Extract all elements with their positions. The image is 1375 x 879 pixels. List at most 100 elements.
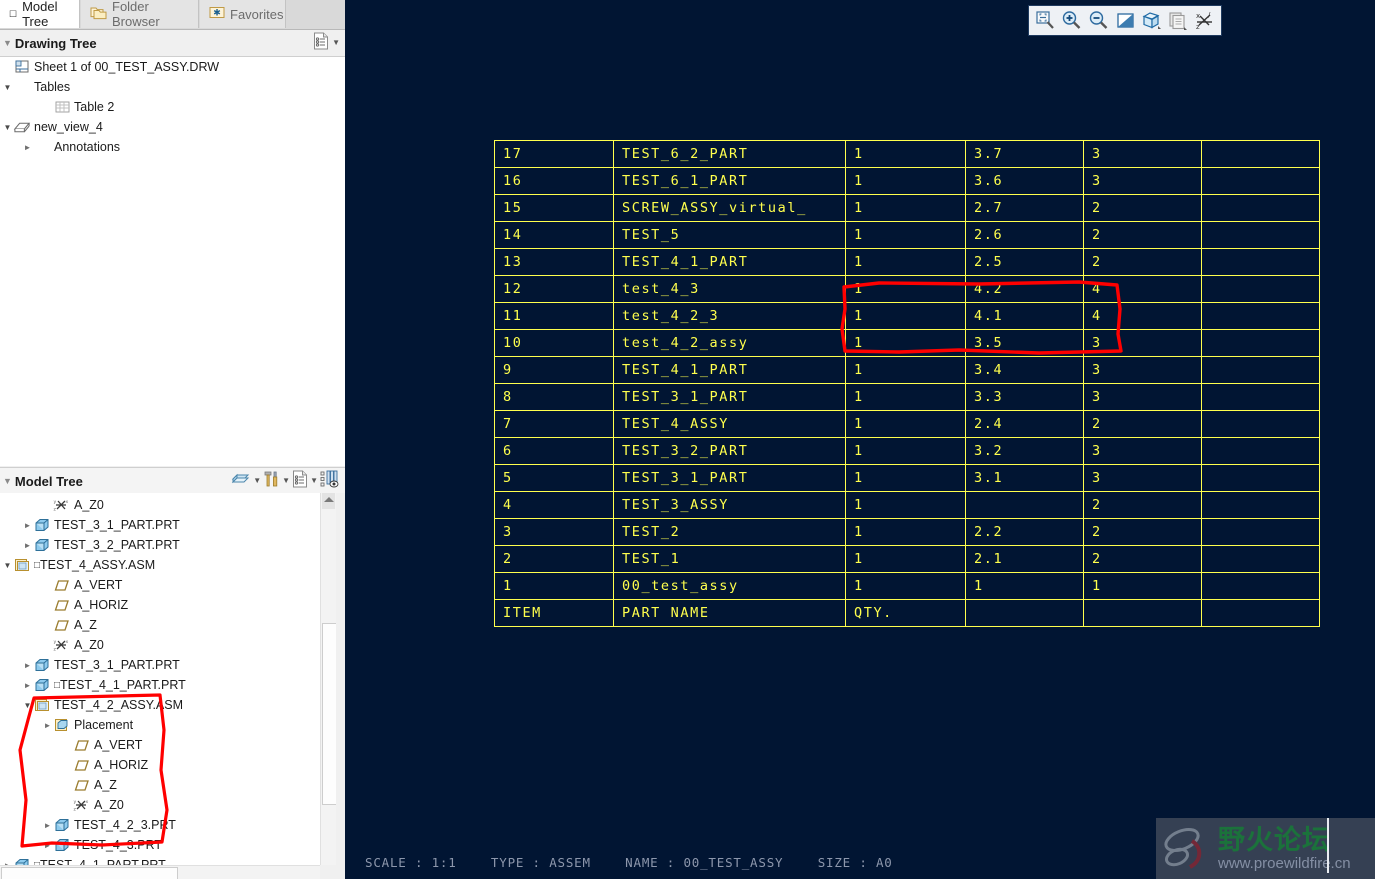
bom-cell-col4[interactable]: 2.2	[965, 518, 1084, 546]
bom-cell-part-name[interactable]: TEST_6_2_PART	[613, 140, 846, 168]
bom-cell-part-name[interactable]: SCREW_ASSY_virtual_	[613, 194, 846, 222]
bom-cell-col4[interactable]: 2.5	[965, 248, 1084, 276]
bom-cell-part-name[interactable]: test_4_2_assy	[613, 329, 846, 357]
zoom-in-icon[interactable]	[1060, 8, 1085, 33]
bom-row[interactable]: 11 test_4_2_3 1 4.1 4	[494, 302, 1320, 330]
tree-row[interactable]: Table 2	[0, 97, 345, 117]
twisty-collapsed-icon[interactable]: ►	[42, 821, 53, 830]
bom-cell-part-name[interactable]: TEST_1	[613, 545, 846, 573]
bom-cell-part-name[interactable]: TEST_3_1_PART	[613, 383, 846, 411]
bom-cell-col5[interactable]: 2	[1083, 518, 1202, 546]
twisty-expanded-icon[interactable]: ▼	[2, 123, 13, 132]
tree-row[interactable]: ► TEST_4_3.PRT	[0, 835, 320, 855]
bom-cell-col5[interactable]: 3	[1083, 437, 1202, 465]
bom-row[interactable]: 12 test_4_3 1 4.2 4	[494, 275, 1320, 303]
bom-cell-item[interactable]: 14	[494, 221, 614, 249]
tree-row[interactable]: A_HORIZ	[0, 595, 320, 615]
bom-cell-item[interactable]: 4	[494, 491, 614, 519]
model-tree-hscroll-thumb[interactable]	[1, 867, 178, 879]
bom-cell-col6[interactable]	[1201, 545, 1320, 573]
bom-cell-col5[interactable]: 3	[1083, 140, 1202, 168]
tree-row[interactable]: ▼ new_view_4	[0, 117, 345, 137]
bom-cell-col5[interactable]: 3	[1083, 383, 1202, 411]
model-tree-display-style-button[interactable]: ▼	[230, 470, 261, 492]
bom-cell-col5[interactable]: 2	[1083, 491, 1202, 519]
model-tree-list[interactable]: y z x A_Z0 ► TEST_3_1_PART.PRT ► TEST_3_2_PART.…	[0, 493, 320, 879]
tree-row[interactable]: A_Z	[0, 775, 320, 795]
bom-cell-col4[interactable]: 1	[965, 572, 1084, 600]
model-tree-hscrollbar[interactable]	[0, 865, 320, 879]
bom-row[interactable]: 2 TEST_1 1 2.1 2	[494, 545, 1320, 573]
bom-row[interactable]: 17 TEST_6_2_PART 1 3.7 3	[494, 140, 1320, 168]
twisty-collapsed-icon[interactable]: ►	[22, 521, 33, 530]
bom-row[interactable]: 1 00_test_assy 1 1 1	[494, 572, 1320, 600]
bom-row[interactable]: 8 TEST_3_1_PART 1 3.3 3	[494, 383, 1320, 411]
twisty-collapsed-icon[interactable]: ►	[22, 661, 33, 670]
bom-cell-part-name[interactable]: TEST_3_ASSY	[613, 491, 846, 519]
bom-cell-col6[interactable]	[1201, 383, 1320, 411]
twisty-collapsed-icon[interactable]: ►	[42, 721, 53, 730]
display-style-icon[interactable]	[1166, 8, 1191, 33]
twisty-collapsed-icon[interactable]: ►	[22, 143, 33, 152]
tree-row[interactable]: ▼ □ TEST_4_ASSY.ASM	[0, 555, 320, 575]
bom-cell-col5[interactable]: 3	[1083, 167, 1202, 195]
bom-cell-item[interactable]: 8	[494, 383, 614, 411]
bom-cell-col5[interactable]: 3	[1083, 464, 1202, 492]
bom-cell-qty[interactable]: 1	[845, 356, 966, 384]
bom-cell-col4[interactable]: 2.1	[965, 545, 1084, 573]
bom-cell-part-name[interactable]: TEST_5	[613, 221, 846, 249]
bom-row[interactable]: ITEM PART NAME QTY.	[494, 599, 1320, 627]
bom-cell-col4[interactable]: 4.1	[965, 302, 1084, 330]
bom-cell-col6[interactable]	[1201, 518, 1320, 546]
model-tree-collapse-caret[interactable]: ▼	[3, 476, 12, 486]
bom-row[interactable]: 5 TEST_3_1_PART 1 3.1 3	[494, 464, 1320, 492]
bom-row[interactable]: 3 TEST_2 1 2.2 2	[494, 518, 1320, 546]
tree-row[interactable]: A_VERT	[0, 735, 320, 755]
bom-cell-col4[interactable]: 3.4	[965, 356, 1084, 384]
tree-row[interactable]: ► TEST_3_1_PART.PRT	[0, 655, 320, 675]
bom-row[interactable]: 16 TEST_6_1_PART 1 3.6 3	[494, 167, 1320, 195]
tab-model-tree[interactable]: ☐ Model Tree	[0, 0, 80, 29]
tree-row[interactable]: A_Z	[0, 615, 320, 635]
tree-row[interactable]: ►□TEST_4_1_PART.PRT	[0, 675, 320, 695]
bom-cell-col6[interactable]	[1201, 221, 1320, 249]
tree-row[interactable]: A_VERT	[0, 575, 320, 595]
bom-cell-col5[interactable]: 4	[1083, 302, 1202, 330]
bom-row[interactable]: 4 TEST_3_ASSY 1 2	[494, 491, 1320, 519]
bom-cell-qty[interactable]: 1	[845, 140, 966, 168]
bom-cell-part-name[interactable]: test_4_3	[613, 275, 846, 303]
bom-row[interactable]: 13 TEST_4_1_PART 1 2.5 2	[494, 248, 1320, 276]
bom-cell-col4[interactable]: 3.6	[965, 167, 1084, 195]
bom-cell-col6[interactable]	[1201, 572, 1320, 600]
bom-cell-col5[interactable]: 2	[1083, 545, 1202, 573]
model-tree-vscrollbar[interactable]	[320, 493, 337, 865]
bom-cell-qty[interactable]: 1	[845, 383, 966, 411]
drawing-tree-settings-button[interactable]	[313, 32, 330, 55]
bom-cell-col5[interactable]: 2	[1083, 221, 1202, 249]
bom-cell-part-name[interactable]: TEST_6_1_PART	[613, 167, 846, 195]
twisty-collapsed-icon[interactable]: ►	[42, 841, 53, 850]
saved-orientations-icon[interactable]	[1139, 8, 1164, 33]
bom-cell-item[interactable]: 10	[494, 329, 614, 357]
bom-cell-col5[interactable]: 2	[1083, 248, 1202, 276]
bom-cell-item[interactable]: 3	[494, 518, 614, 546]
bom-cell-part-name[interactable]: TEST_4_1_PART	[613, 356, 846, 384]
bom-cell-qty[interactable]: 1	[845, 302, 966, 330]
bom-cell-col6[interactable]	[1201, 167, 1320, 195]
bom-cell-item[interactable]: 15	[494, 194, 614, 222]
bom-cell-qty[interactable]: 1	[845, 464, 966, 492]
bom-cell-col6[interactable]	[1201, 329, 1320, 357]
scroll-up-arrow[interactable]	[324, 497, 334, 502]
twisty-collapsed-icon[interactable]: ►	[22, 681, 33, 690]
bom-cell-item[interactable]: 13	[494, 248, 614, 276]
bom-cell-part-name[interactable]: test_4_2_3	[613, 302, 846, 330]
bom-cell-col4[interactable]	[965, 491, 1084, 519]
model-tree-tools-button[interactable]: ▼	[263, 470, 290, 493]
bom-cell-item[interactable]: 2	[494, 545, 614, 573]
tree-row[interactable]: A_HORIZ	[0, 755, 320, 775]
bom-cell-item[interactable]: 1	[494, 572, 614, 600]
bom-cell-col4[interactable]: 2.7	[965, 194, 1084, 222]
bom-cell-part-name[interactable]: TEST_4_1_PART	[613, 248, 846, 276]
bom-cell-qty[interactable]: 1	[845, 275, 966, 303]
drawing-canvas[interactable]: x / z 17TEST_6_2_PART13.7316TEST_6_1_PAR…	[345, 0, 1375, 879]
